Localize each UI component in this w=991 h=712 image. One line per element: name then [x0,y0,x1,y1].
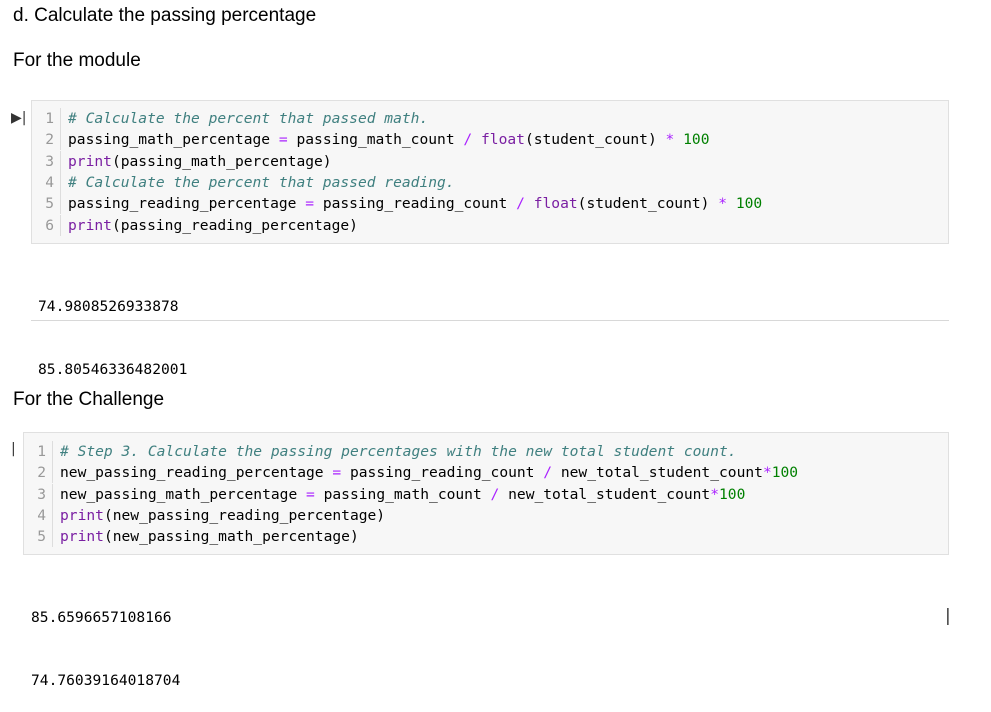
section-heading: d. Calculate the passing percentage [13,5,317,26]
code-token: (student_count) [577,195,719,213]
code-token: passing_reading_percentage [68,195,306,213]
output-module: 74.9808526933878 85.80546336482001 [38,254,187,401]
code-token: new_passing_math_percentage [60,485,307,503]
line-number: 4 [32,171,61,193]
code-token: (student_count) [524,131,666,149]
cell-divider [31,320,949,321]
code-token: print [60,506,104,524]
code-token: (new_passing_math_percentage) [103,528,359,546]
line-number: 3 [24,483,53,505]
code-token: / [463,131,473,149]
code-token: passing_math_count [314,485,491,503]
code-line[interactable]: 3 new_passing_math_percentage = passing_m… [24,483,746,505]
line-number: 5 [32,193,61,215]
module-heading: For the module [13,50,141,71]
code-token: = [278,131,288,149]
line-number: 3 [32,150,61,172]
code-token: / [543,464,553,482]
code-token: float [481,131,525,149]
output-line: 74.9808526933878 [38,298,179,315]
code-cell-module[interactable]: 1 # Calculate the percent that passed mat… [31,100,949,244]
code-line[interactable]: 3 print(passing_math_percentage) [32,150,332,172]
code-line[interactable]: 1 # Step 3. Calculate the passing percent… [24,441,737,462]
code-token: 100 [719,485,746,503]
code-token: # Calculate the percent that passed math… [68,110,429,127]
code-token: new_total_student_count [552,464,763,482]
output-line: 85.6596657108166 [31,609,172,626]
challenge-heading: For the Challenge [13,389,165,410]
text-cursor-icon: | [945,606,951,626]
code-line[interactable]: 5 print(new_passing_math_percentage) [24,526,359,548]
line-number: 1 [24,441,53,462]
line-number: 6 [32,214,61,236]
code-line[interactable]: 6 print(passing_reading_percentage) [32,214,358,236]
code-token: passing_reading_count [314,195,517,213]
line-number: 5 [24,526,53,548]
code-line[interactable]: 2 new_passing_reading_percentage = passin… [24,462,799,484]
code-line[interactable]: 2 passing_math_percentage = passing_math_… [32,129,710,151]
code-token: (passing_reading_percentage) [111,216,358,234]
code-token: = [306,485,315,503]
code-token: # Step 3. Calculate the passing percenta… [60,443,737,460]
code-token: (passing_math_percentage) [111,152,332,170]
code-token: * [710,485,720,503]
code-token: 100 [735,195,763,213]
code-token: / [516,195,525,213]
code-token: print [68,216,112,234]
code-line[interactable]: 5 passing_reading_percentage = passing_re… [32,193,763,215]
code-token: passing_reading_count [341,464,544,482]
code-line[interactable]: 4 print(new_passing_reading_percentage) [24,504,386,526]
code-token: print [60,528,104,546]
output-line: 85.80546336482001 [38,361,188,378]
code-token: (new_passing_reading_percentage) [103,506,386,524]
output-challenge: 85.6596657108166 74.76039164018704 [31,565,180,712]
run-cell-icon[interactable]: ▶| [11,110,26,126]
output-line: 74.76039164018704 [31,672,181,689]
code-token: * [665,131,675,149]
code-token: new_passing_reading_percentage [60,464,333,482]
code-token: 100 [683,131,710,149]
line-number: 4 [24,504,53,526]
line-number: 2 [24,462,53,484]
code-token: * [762,464,772,482]
code-token: = [305,195,315,213]
line-number: 2 [32,129,61,151]
code-token: float [533,195,578,213]
code-line[interactable]: 1 # Calculate the percent that passed mat… [32,108,428,129]
code-token: 100 [771,464,799,482]
code-token: = [332,464,342,482]
line-number: 1 [32,108,61,129]
code-token: # Calculate the percent that passed read… [68,173,455,191]
code-token: passing_math_percentage [68,131,279,149]
code-line[interactable]: 4 # Calculate the percent that passed rea… [32,171,455,193]
code-cell-challenge[interactable]: 1 # Step 3. Calculate the passing percent… [23,432,949,555]
code-token: passing_math_count [287,131,464,149]
code-token: new_total_student_count [499,485,711,503]
cell-cursor-icon: | [11,441,16,457]
code-token: print [68,152,112,170]
code-token: * [718,195,728,213]
